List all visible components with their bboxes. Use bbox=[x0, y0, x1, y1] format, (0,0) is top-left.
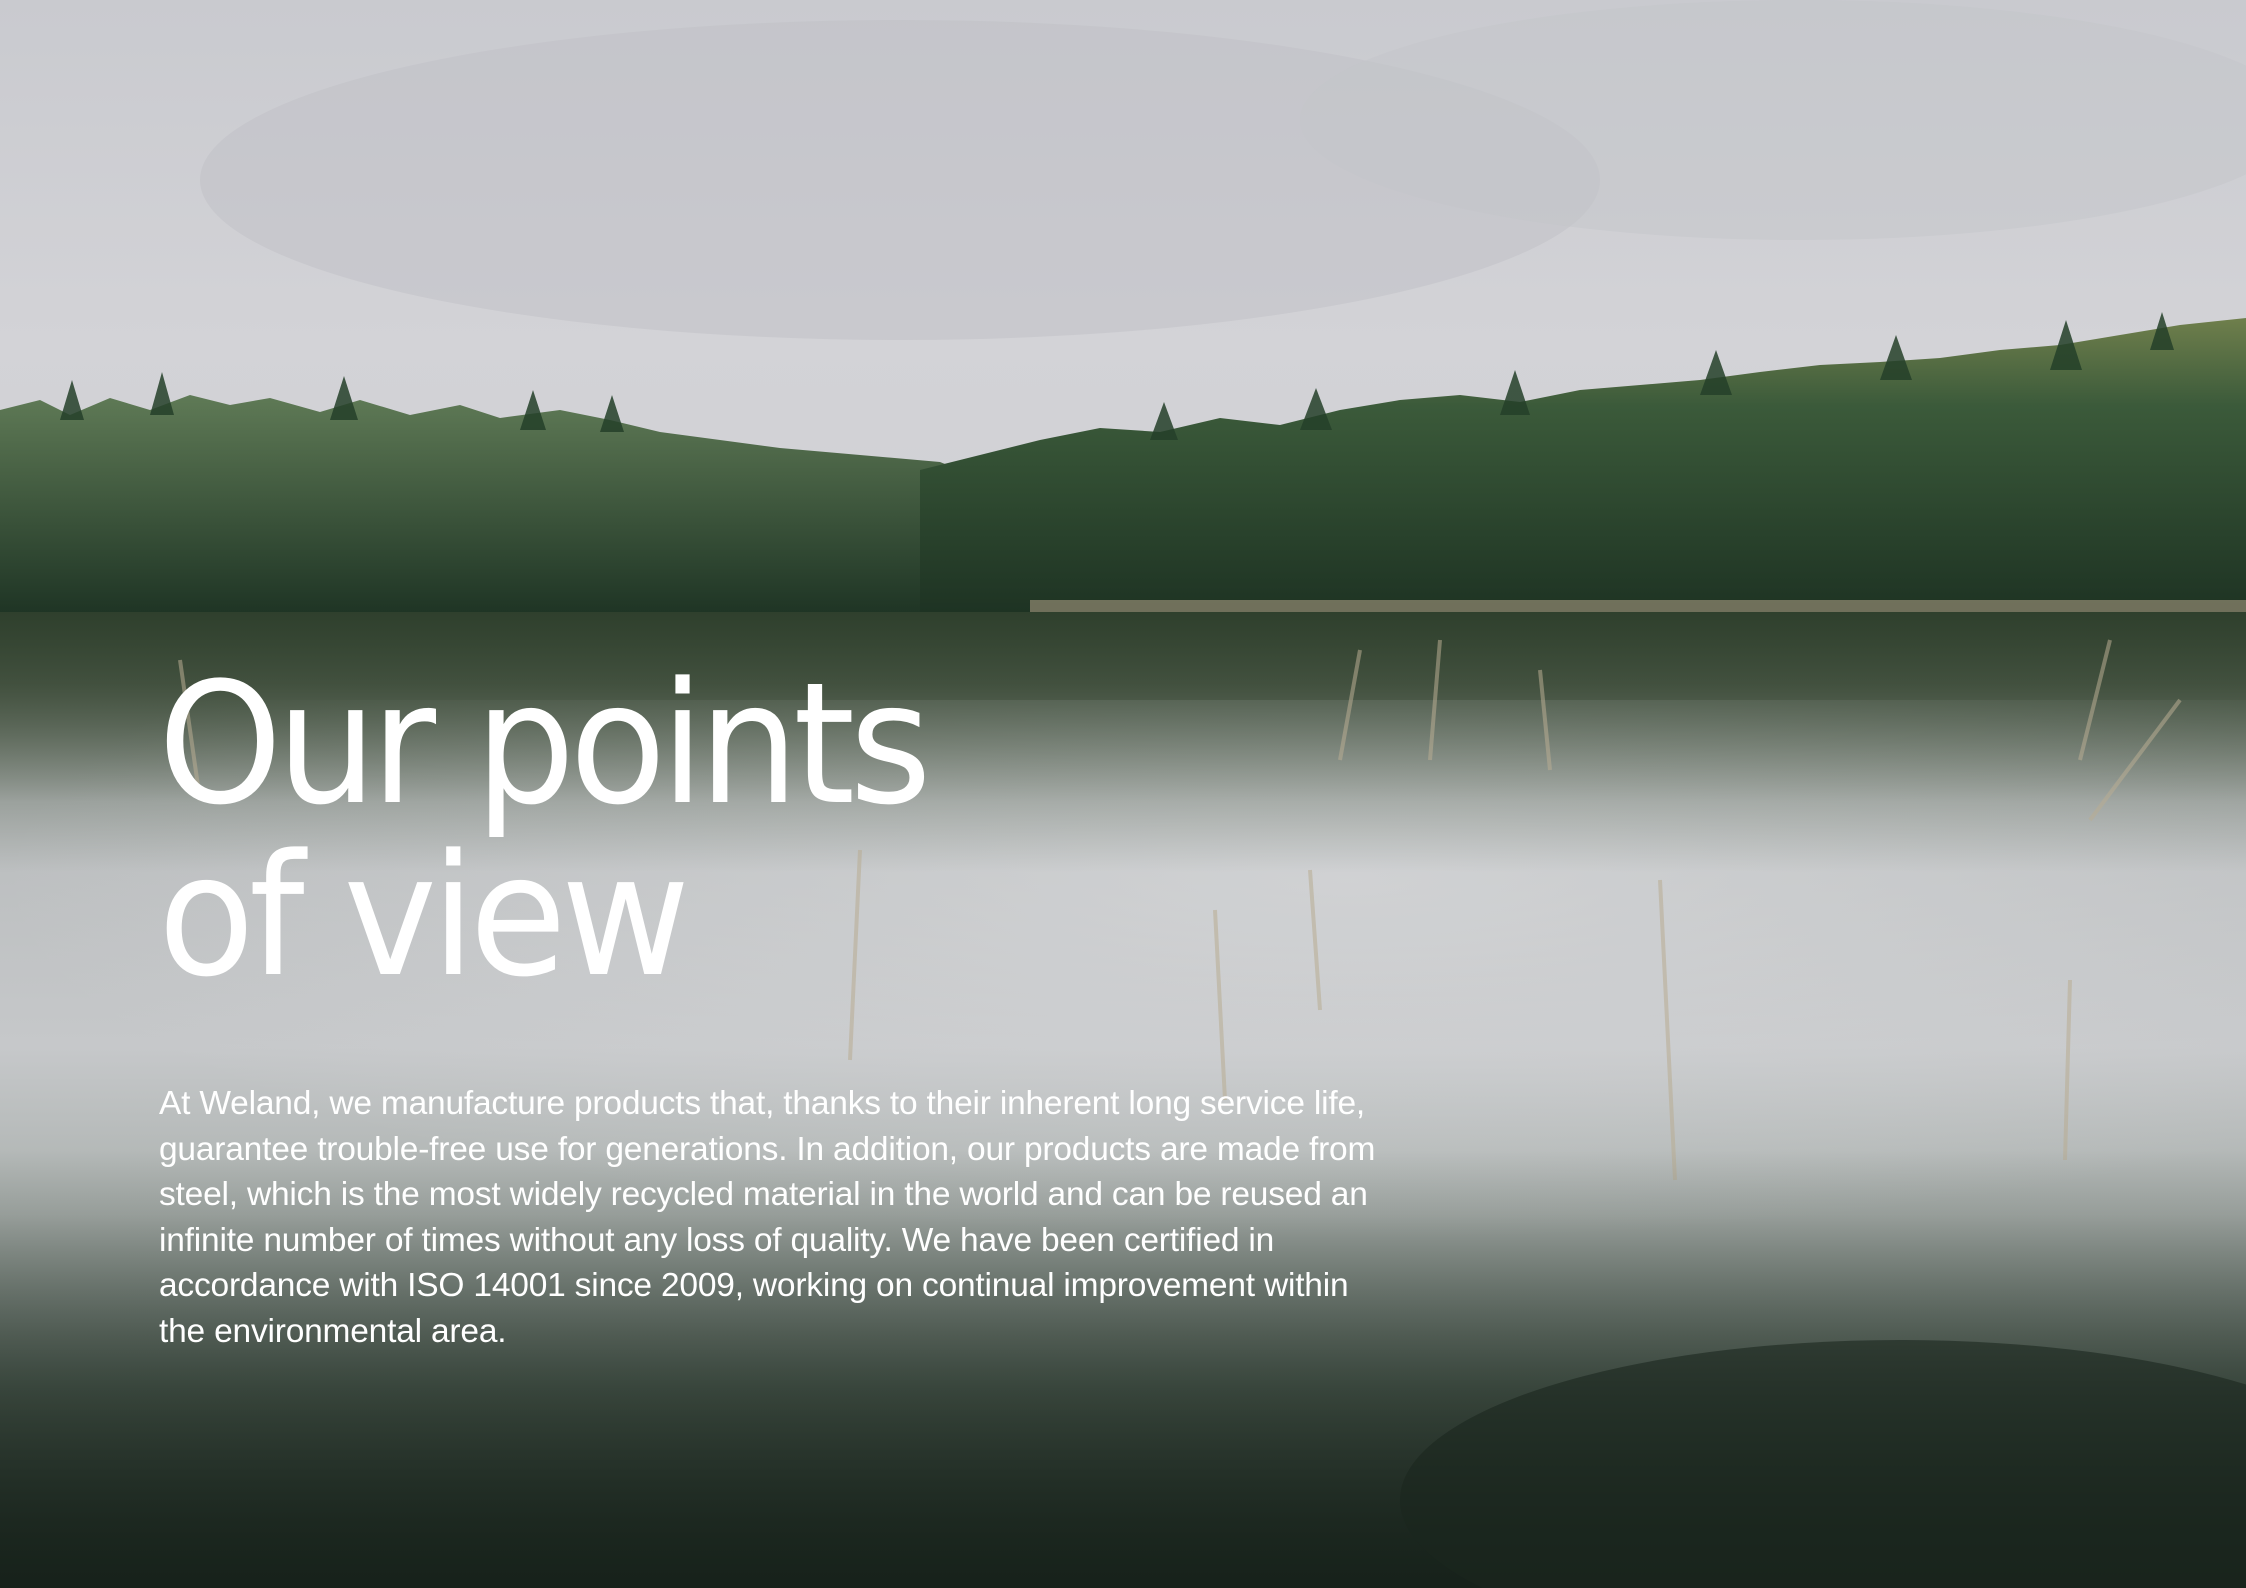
document-page: Our points of view At Weland, we manufac… bbox=[0, 0, 2246, 1588]
page-title-line-2: of view bbox=[158, 818, 690, 1014]
page-title: Our points of view bbox=[158, 646, 932, 1014]
intro-paragraph: At Weland, we manufacture products that,… bbox=[159, 1085, 1376, 1350]
page-title-line-1: Our points bbox=[158, 646, 932, 842]
